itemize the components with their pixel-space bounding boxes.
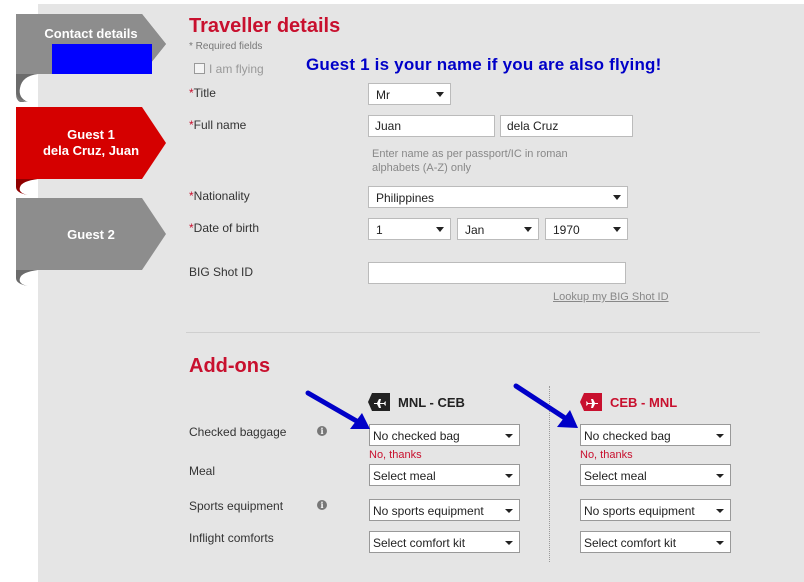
- annotation-arrow-outbound: [305, 390, 370, 429]
- name-hint-line2: alphabets (A-Z) only: [372, 162, 472, 174]
- big-shot-id-label: BIG Shot ID: [189, 265, 254, 279]
- return-sports-select[interactable]: No sports equipment: [580, 499, 731, 521]
- sidebar-tab-guest-2[interactable]: Guest 2: [16, 198, 166, 286]
- i-am-flying-checkbox[interactable]: [194, 63, 205, 74]
- traveller-details-heading: Traveller details: [189, 15, 341, 37]
- outbound-sports-select[interactable]: No sports equipment: [369, 499, 520, 521]
- sidebar-tab-guest-1[interactable]: Guest 1 dela Cruz, Juan: [16, 107, 166, 195]
- dob-year-select[interactable]: 1970: [545, 218, 628, 240]
- return-comfort-select[interactable]: Select comfort kit: [580, 531, 731, 553]
- redaction-block: [52, 44, 152, 74]
- annotation-arrow-return: [513, 383, 578, 428]
- first-name-input[interactable]: Juan: [368, 115, 495, 137]
- outbound-baggage-select[interactable]: No checked bag: [369, 424, 520, 446]
- section-divider: [186, 332, 760, 333]
- sports-equipment-label: Sports equipment: [189, 499, 284, 513]
- chevron-down-icon: [505, 541, 513, 545]
- chevron-down-icon: [524, 227, 532, 232]
- last-name-input[interactable]: dela Cruz: [500, 115, 633, 137]
- chevron-down-icon: [716, 434, 724, 438]
- chevron-down-icon: [505, 434, 513, 438]
- inflight-comforts-label: Inflight comforts: [189, 531, 274, 545]
- chevron-down-icon: [613, 227, 621, 232]
- outbound-baggage-note: No, thanks: [369, 449, 422, 461]
- outbound-comfort-select[interactable]: Select comfort kit: [369, 531, 520, 553]
- tab-label: Contact details: [44, 26, 138, 41]
- chevron-down-icon: [716, 509, 724, 513]
- return-baggage-select[interactable]: No checked bag: [580, 424, 731, 446]
- big-shot-id-input[interactable]: [368, 262, 626, 284]
- tab-label-line1: Guest 1: [67, 127, 115, 142]
- meal-label: Meal: [189, 464, 216, 478]
- chevron-down-icon: [505, 474, 513, 478]
- nationality-select[interactable]: Philippines: [368, 186, 628, 208]
- nationality-label: *Nationality: [189, 189, 250, 203]
- route-outbound-label: MNL - CEB: [398, 395, 465, 410]
- annotation-text: Guest 1 is your name if you are also fly…: [306, 55, 662, 74]
- outbound-meal-select[interactable]: Select meal: [369, 464, 520, 486]
- required-fields-note: * Required fields: [189, 41, 263, 52]
- return-meal-select[interactable]: Select meal: [580, 464, 731, 486]
- tab-label-line2: dela Cruz, Juan: [42, 143, 140, 158]
- chevron-down-icon: [505, 509, 513, 513]
- add-ons-heading: Add-ons: [189, 355, 271, 377]
- dob-day-select[interactable]: 1: [368, 218, 451, 240]
- return-baggage-note: No, thanks: [580, 449, 633, 461]
- lookup-big-shot-link[interactable]: Lookup my BIG Shot ID: [553, 291, 669, 303]
- info-icon[interactable]: i: [317, 500, 327, 510]
- chevron-down-icon: [436, 227, 444, 232]
- title-select[interactable]: Mr: [368, 83, 451, 105]
- dob-month-select[interactable]: Jan: [457, 218, 539, 240]
- checked-baggage-label: Checked baggage: [189, 425, 287, 439]
- i-am-flying-label: I am flying: [209, 62, 264, 76]
- chevron-down-icon: [436, 92, 444, 97]
- chevron-down-icon: [716, 474, 724, 478]
- chevron-down-icon: [716, 541, 724, 545]
- tab-label: Guest 2: [67, 227, 115, 242]
- name-hint-line1: Enter name as per passport/IC in roman: [372, 148, 568, 160]
- chevron-down-icon: [613, 195, 621, 200]
- full-name-label: *Full name: [189, 118, 247, 132]
- route-return-label: CEB - MNL: [610, 395, 678, 410]
- date-of-birth-label: *Date of birth: [189, 221, 260, 235]
- title-label: *Title: [189, 86, 216, 100]
